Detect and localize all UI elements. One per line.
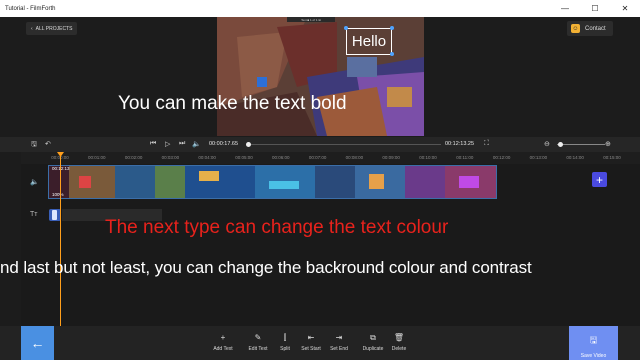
- title-bar: Tutorial - FilmForth — ☐ ✕: [0, 0, 640, 17]
- ruler-tick-label: 00:11:00: [456, 155, 474, 160]
- window-title: Tutorial - FilmForth: [5, 5, 56, 12]
- playback-controls: 🖫 ↶ ⏮ ▷ ⏭ 🔈 00:00:17.65 00:12:13.25 ⛶ ⊖ …: [0, 137, 640, 152]
- skip-forward-icon[interactable]: ⏭: [179, 140, 185, 148]
- zoom-knob[interactable]: [558, 142, 563, 147]
- back-button[interactable]: ←: [21, 326, 54, 360]
- ruler-tick-label: 00:04:00: [198, 155, 216, 160]
- video-frame-image: [217, 17, 424, 136]
- window-controls: — ☐ ✕: [550, 0, 640, 17]
- set-end-label: Set End: [330, 346, 348, 352]
- video-preview[interactable]: Text ■ 1 of 1 ⊞ Hello: [217, 17, 424, 136]
- video-clip[interactable]: [48, 165, 497, 199]
- contact-button[interactable]: ☺ Contact: [567, 21, 613, 36]
- total-time: 00:12:13.25: [445, 141, 475, 147]
- seek-bar[interactable]: [248, 144, 441, 145]
- current-time: 00:00:17.65: [209, 141, 239, 147]
- ruler-tick-label: 00:05:00: [235, 155, 253, 160]
- skip-back-icon[interactable]: ⏮: [150, 140, 156, 148]
- resize-handle[interactable]: [390, 26, 394, 30]
- chevron-left-icon: ‹: [31, 25, 33, 32]
- add-text-label: Add Text: [213, 346, 233, 352]
- delete-button[interactable]: 🗑 Delete: [381, 333, 417, 352]
- ruler-tick-label: 00:01:00: [88, 155, 106, 160]
- save-video-label: Save Video: [580, 353, 607, 359]
- clip-thumbnails: [49, 166, 496, 198]
- bottom-toolbar: ← + Add Text ✎ Edit Text ⫿ Split ⇤ Set Start ⇥ Se…: [0, 326, 640, 360]
- save-icon: 🖫: [589, 335, 598, 345]
- filmforth-app: Tutorial - FilmForth — ☐ ✕ ‹ ALL PROJECT…: [0, 0, 640, 360]
- ruler-tick-label: 00:15:00: [603, 155, 621, 160]
- add-text-icon: +: [220, 333, 226, 342]
- save-video-button[interactable]: 🖫 Save Video: [569, 326, 618, 360]
- ruler-tick-label: 00:14:00: [566, 155, 584, 160]
- arrow-left-icon: ←: [30, 335, 45, 351]
- ruler-tick-label: 00:08:00: [345, 155, 364, 160]
- volume-icon[interactable]: 🔈: [192, 140, 201, 148]
- all-projects-button[interactable]: ‹ ALL PROJECTS: [26, 22, 78, 35]
- set-end-button[interactable]: ⇥ Set End: [321, 333, 357, 352]
- resize-handle[interactable]: [344, 26, 348, 30]
- ruler-tick-label: 00:07:00: [308, 155, 327, 160]
- seek-knob[interactable]: [246, 142, 251, 147]
- set-end-icon: ⇥: [335, 333, 343, 342]
- play-icon[interactable]: ▷: [165, 140, 170, 148]
- ruler-tick-label: 00:09:00: [382, 155, 400, 160]
- caption-line-2: The next type can change the text colour: [105, 217, 449, 238]
- add-clip-button[interactable]: +: [592, 172, 607, 187]
- ruler-tick-label: 00:02:00: [124, 155, 143, 160]
- zoom-out-icon[interactable]: ⊖: [544, 140, 550, 148]
- caption-line-1: You can make the text bold: [118, 93, 347, 114]
- delete-label: Delete: [391, 346, 407, 352]
- delete-icon: 🗑: [393, 333, 405, 342]
- ruler-tick-label: 00:12:00: [492, 155, 511, 160]
- zoom-in-icon[interactable]: ⊕: [605, 140, 611, 148]
- add-text-button[interactable]: + Add Text: [205, 333, 241, 352]
- save-icon[interactable]: 🖫: [31, 140, 37, 151]
- close-button[interactable]: ✕: [610, 0, 640, 17]
- playhead[interactable]: [60, 152, 61, 326]
- text-clip-handle[interactable]: [52, 210, 57, 220]
- contact-icon: ☺: [571, 24, 580, 33]
- resize-handle[interactable]: [390, 52, 394, 56]
- undo-icon[interactable]: ↶: [45, 140, 51, 148]
- contact-label: Contact: [585, 25, 606, 32]
- fullscreen-icon[interactable]: ⛶: [484, 140, 489, 148]
- ruler-tick-label: 00:06:00: [272, 155, 290, 160]
- caption-line-3: nd last but not least, you can change th…: [0, 258, 532, 277]
- preview-text-overlay[interactable]: Hello: [346, 28, 392, 55]
- clip-volume: 100%: [52, 192, 64, 197]
- ruler-tick-label: 00:10:00: [419, 155, 437, 160]
- timeline-left-rail: [0, 152, 21, 326]
- maximize-button[interactable]: ☐: [580, 0, 610, 17]
- all-projects-label: ALL PROJECTS: [35, 25, 73, 32]
- minimize-button[interactable]: —: [550, 0, 580, 17]
- ruler-tick-label: 00:03:00: [161, 155, 180, 160]
- text-track-icon: Tт: [30, 211, 38, 218]
- audio-track-icon[interactable]: 🔈: [30, 178, 39, 186]
- ruler-tick-label: 00:13:00: [529, 155, 548, 160]
- zoom-slider[interactable]: [557, 144, 605, 145]
- preview-text-toolbar[interactable]: Text ■ 1 of 1 ⊞: [287, 17, 335, 22]
